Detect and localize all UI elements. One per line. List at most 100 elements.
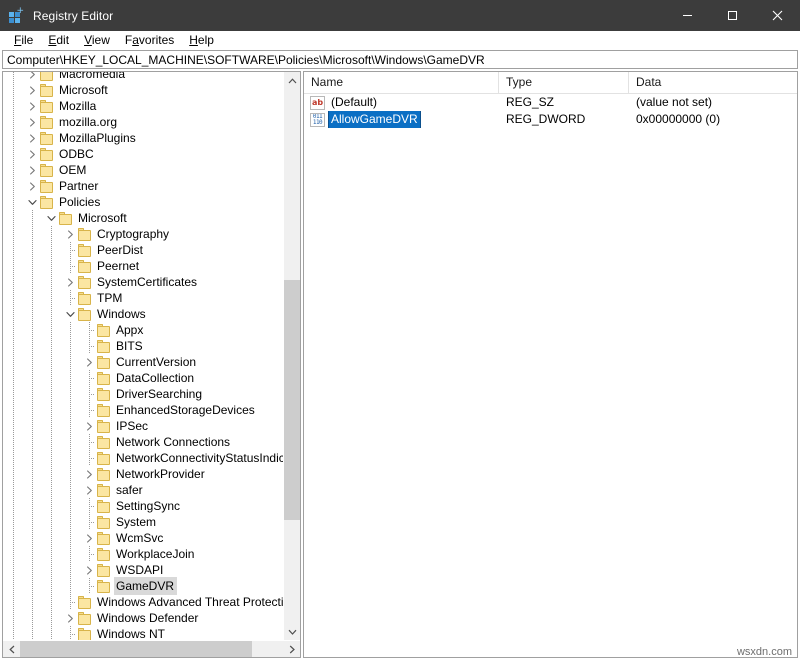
tree-node-label[interactable]: Macromedia bbox=[57, 72, 128, 82]
chevron-right-icon[interactable] bbox=[24, 98, 40, 114]
chevron-right-icon[interactable] bbox=[24, 72, 40, 82]
scroll-down-arrow-icon[interactable] bbox=[284, 623, 301, 640]
menu-favorites[interactable]: Favorites bbox=[118, 31, 182, 50]
tree-hscroll-thumb[interactable] bbox=[20, 641, 252, 658]
tree-node-label[interactable]: BITS bbox=[114, 338, 146, 354]
tree-node[interactable]: Appx bbox=[3, 322, 283, 338]
chevron-right-icon[interactable] bbox=[62, 274, 78, 290]
tree-node[interactable]: Windows Defender bbox=[3, 610, 283, 626]
tree-node-label[interactable]: NetworkProvider bbox=[114, 466, 208, 482]
tree-node[interactable]: CurrentVersion bbox=[3, 354, 283, 370]
tree-node[interactable]: TPM bbox=[3, 290, 283, 306]
menu-view[interactable]: View bbox=[77, 31, 118, 50]
chevron-right-icon[interactable] bbox=[24, 146, 40, 162]
tree-node-label[interactable]: Appx bbox=[114, 322, 146, 338]
tree-node-label[interactable]: IPSec bbox=[114, 418, 151, 434]
tree-node-label[interactable]: PeerDist bbox=[95, 242, 146, 258]
chevron-right-icon[interactable] bbox=[24, 114, 40, 130]
tree-node[interactable]: Microsoft bbox=[3, 82, 283, 98]
tree-node[interactable]: EnhancedStorageDevices bbox=[3, 402, 283, 418]
value-name[interactable]: AllowGameDVR bbox=[329, 111, 420, 128]
chevron-right-icon[interactable] bbox=[81, 354, 97, 370]
tree-node[interactable]: WSDAPI bbox=[3, 562, 283, 578]
tree-node-label[interactable]: ODBC bbox=[57, 146, 97, 162]
chevron-right-icon[interactable] bbox=[81, 530, 97, 546]
menu-file[interactable]: File bbox=[7, 31, 41, 50]
tree-node[interactable]: SettingSync bbox=[3, 498, 283, 514]
tree-node-label[interactable]: OEM bbox=[57, 162, 89, 178]
tree-node[interactable]: System bbox=[3, 514, 283, 530]
tree-node-label[interactable]: Microsoft bbox=[76, 210, 130, 226]
tree-node[interactable]: mozilla.org bbox=[3, 114, 283, 130]
tree-node-label[interactable]: MozillaPlugins bbox=[57, 130, 139, 146]
tree-node[interactable]: ODBC bbox=[3, 146, 283, 162]
tree-scroll-thumb[interactable] bbox=[284, 280, 301, 520]
column-header-type[interactable]: Type bbox=[499, 72, 629, 93]
tree-node-label[interactable]: Policies bbox=[57, 194, 103, 210]
scroll-left-arrow-icon[interactable] bbox=[3, 641, 20, 658]
tree-node-label[interactable]: CurrentVersion bbox=[114, 354, 199, 370]
chevron-down-icon[interactable] bbox=[62, 306, 78, 322]
tree-node-label[interactable]: WorkplaceJoin bbox=[114, 546, 197, 562]
chevron-right-icon[interactable] bbox=[24, 82, 40, 98]
tree-node[interactable]: NetworkConnectivityStatusIndic bbox=[3, 450, 283, 466]
tree-node-label[interactable]: DataCollection bbox=[114, 370, 197, 386]
close-button[interactable] bbox=[755, 0, 800, 31]
value-name-cell[interactable]: ab(Default) bbox=[304, 94, 499, 111]
tree-node-label[interactable]: Mozilla bbox=[57, 98, 99, 114]
tree-node-label[interactable]: Microsoft bbox=[57, 82, 111, 98]
menu-help[interactable]: Help bbox=[182, 31, 222, 50]
tree-node-label[interactable]: WSDAPI bbox=[114, 562, 166, 578]
chevron-down-icon[interactable] bbox=[43, 210, 59, 226]
tree-horizontal-scrollbar[interactable] bbox=[3, 640, 300, 657]
tree-node[interactable]: MozillaPlugins bbox=[3, 130, 283, 146]
tree-node[interactable]: Peernet bbox=[3, 258, 283, 274]
tree-vertical-scrollbar[interactable] bbox=[283, 72, 300, 640]
tree-node-label[interactable]: Partner bbox=[57, 178, 101, 194]
tree-node-label[interactable]: mozilla.org bbox=[57, 114, 120, 130]
tree-node[interactable]: OEM bbox=[3, 162, 283, 178]
tree-node-label[interactable]: Network Connections bbox=[114, 434, 233, 450]
tree-node[interactable]: IPSec bbox=[3, 418, 283, 434]
address-bar[interactable]: Computer\HKEY_LOCAL_MACHINE\SOFTWARE\Pol… bbox=[2, 50, 798, 69]
tree-node-label[interactable]: Cryptography bbox=[95, 226, 172, 242]
maximize-button[interactable] bbox=[710, 0, 755, 31]
tree-node[interactable]: Macromedia bbox=[3, 72, 283, 82]
tree-node-label[interactable]: GameDVR bbox=[114, 577, 177, 595]
chevron-right-icon[interactable] bbox=[24, 162, 40, 178]
tree-node[interactable]: Microsoft bbox=[3, 210, 283, 226]
value-name[interactable]: (Default) bbox=[329, 94, 379, 111]
minimize-button[interactable] bbox=[665, 0, 710, 31]
tree-node-label[interactable]: Peernet bbox=[95, 258, 142, 274]
tree-node[interactable]: BITS bbox=[3, 338, 283, 354]
column-header-name[interactable]: Name bbox=[304, 72, 499, 93]
tree-node-label[interactable]: safer bbox=[114, 482, 146, 498]
value-name-cell[interactable]: 011110AllowGameDVR bbox=[304, 111, 499, 128]
chevron-down-icon[interactable] bbox=[24, 194, 40, 210]
tree-node-label[interactable]: SettingSync bbox=[114, 498, 183, 514]
tree-node-label[interactable]: NetworkConnectivityStatusIndic bbox=[114, 450, 283, 466]
tree-node[interactable]: NetworkProvider bbox=[3, 466, 283, 482]
chevron-right-icon[interactable] bbox=[81, 562, 97, 578]
tree-node-label[interactable]: WcmSvc bbox=[114, 530, 166, 546]
chevron-right-icon[interactable] bbox=[24, 178, 40, 194]
tree-node-label[interactable]: SystemCertificates bbox=[95, 274, 200, 290]
tree-node[interactable]: WorkplaceJoin bbox=[3, 546, 283, 562]
tree-node[interactable]: DataCollection bbox=[3, 370, 283, 386]
tree-node-label[interactable]: Windows bbox=[95, 306, 149, 322]
tree-node[interactable]: SystemCertificates bbox=[3, 274, 283, 290]
tree-node[interactable]: GameDVR bbox=[3, 578, 283, 594]
value-row[interactable]: ab(Default)REG_SZ(value not set) bbox=[304, 94, 797, 111]
tree-node[interactable]: Partner bbox=[3, 178, 283, 194]
tree-node[interactable]: WcmSvc bbox=[3, 530, 283, 546]
tree-node[interactable]: safer bbox=[3, 482, 283, 498]
tree-node[interactable]: Policies bbox=[3, 194, 283, 210]
tree-node-label[interactable]: Windows Defender bbox=[95, 610, 201, 626]
tree-node[interactable]: DriverSearching bbox=[3, 386, 283, 402]
chevron-right-icon[interactable] bbox=[81, 418, 97, 434]
tree-node[interactable]: Windows bbox=[3, 306, 283, 322]
tree-node-label[interactable]: DriverSearching bbox=[114, 386, 205, 402]
column-header-data[interactable]: Data bbox=[629, 72, 797, 93]
tree-node[interactable]: Mozilla bbox=[3, 98, 283, 114]
chevron-right-icon[interactable] bbox=[62, 226, 78, 242]
